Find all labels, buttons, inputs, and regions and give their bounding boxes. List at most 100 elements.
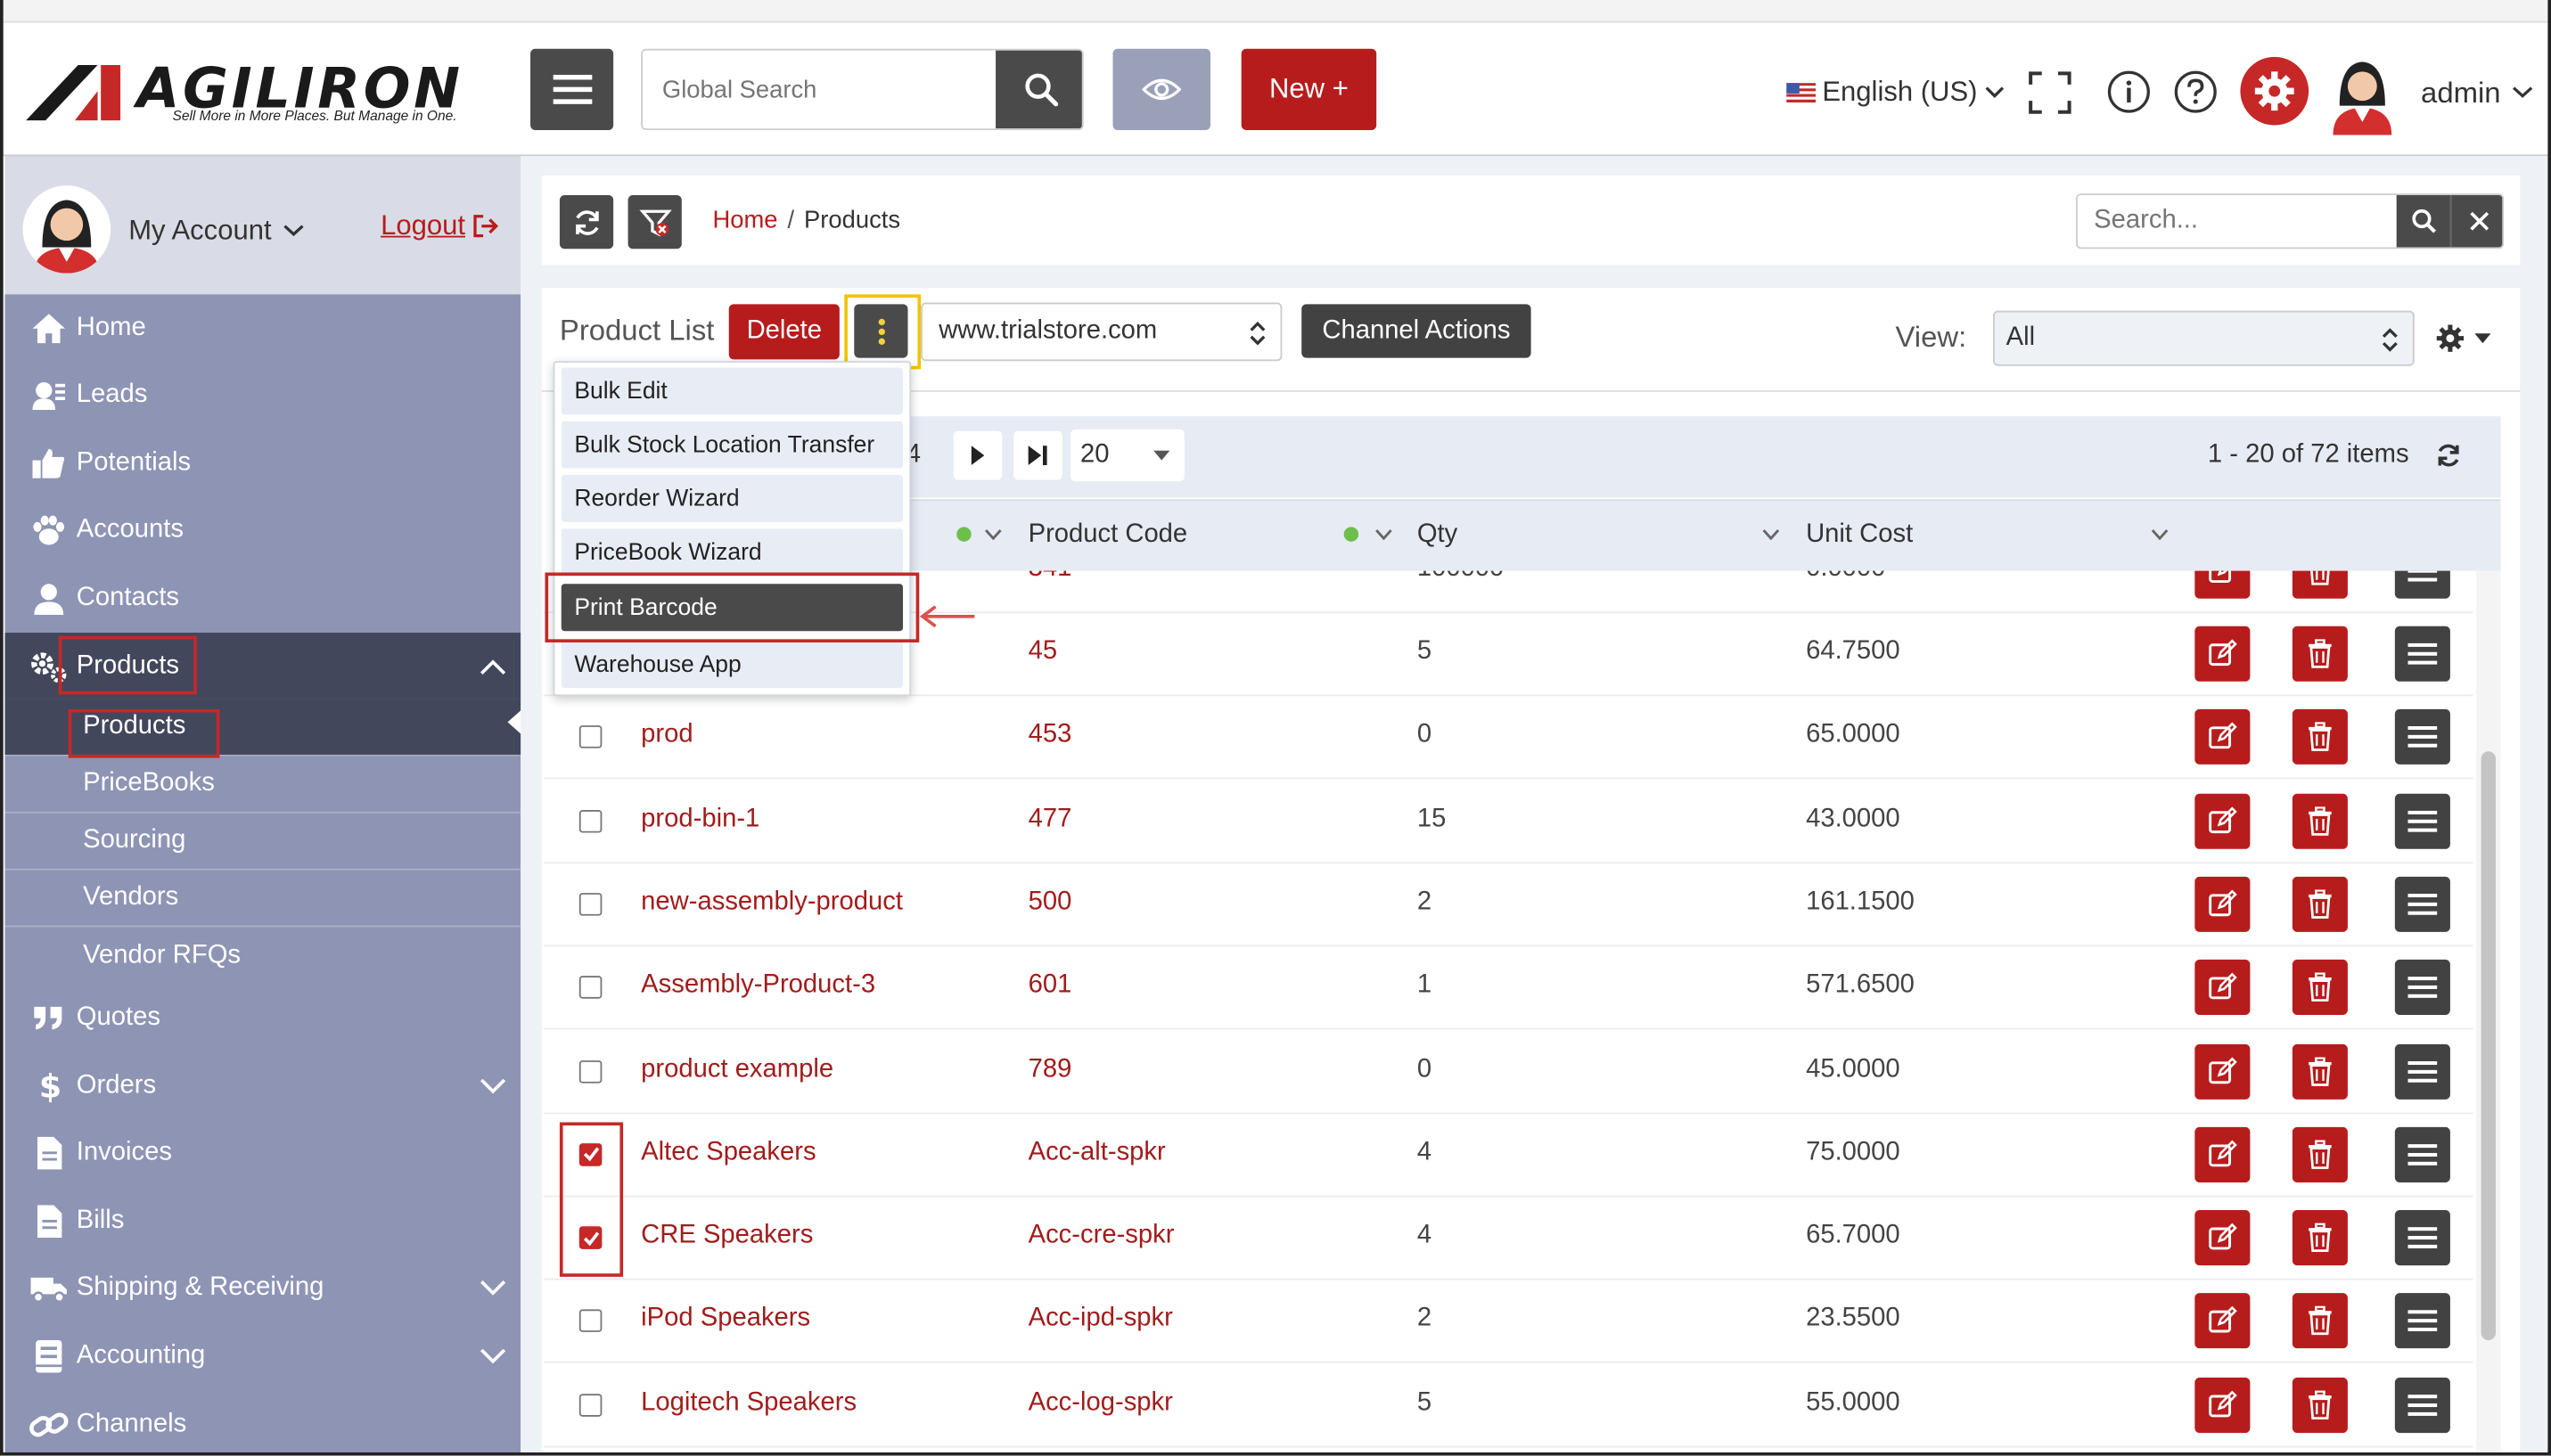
row-menu-button[interactable] [2394,709,2450,765]
delete-button[interactable]: Delete [728,304,840,360]
cell-product-code[interactable]: 789 [1029,1055,1072,1084]
row-menu-button[interactable] [2394,1210,2450,1266]
menu-item-print-barcode[interactable]: Print Barcode [561,584,904,632]
sidebar-item-home[interactable]: Home [4,294,525,361]
channel-actions-button[interactable]: Channel Actions [1301,304,1531,358]
table-row[interactable]: CRE Speakers Acc-cre-spkr 4 65.7000 [543,1198,2473,1280]
menu-toggle-button[interactable] [530,48,614,131]
column-menu-chevron[interactable] [2151,528,2169,540]
edit-button[interactable] [2194,1210,2251,1266]
cell-product-name[interactable]: prod [641,721,693,750]
column-header-qty[interactable]: Qty [1417,520,1457,550]
row-menu-button[interactable] [2394,793,2450,849]
delete-row-button[interactable] [2292,876,2348,932]
more-actions-button[interactable] [854,304,908,358]
page-search-input[interactable] [2077,195,2397,248]
edit-button[interactable] [2194,793,2251,849]
pager-last-button[interactable] [1013,430,1062,480]
cell-product-name[interactable]: Logitech Speakers [641,1388,857,1418]
cell-product-name[interactable]: new-assembly-product [641,888,903,917]
cell-product-code[interactable]: 500 [1029,888,1072,917]
sidebar-item-potentials[interactable]: Potentials [4,429,525,496]
menu-item-bulk-stock-location-transfer[interactable]: Bulk Stock Location Transfer [561,421,904,469]
row-menu-button[interactable] [2394,570,2450,599]
cell-product-name[interactable]: Assembly-Product-3 [641,971,875,1001]
edit-button[interactable] [2194,1043,2251,1099]
delete-row-button[interactable] [2292,1210,2348,1266]
row-checkbox[interactable] [578,892,603,916]
row-menu-button[interactable] [2394,1043,2450,1099]
row-menu-button[interactable] [2394,1126,2450,1182]
menu-item-reorder-wizard[interactable]: Reorder Wizard [561,474,904,522]
column-menu-chevron[interactable] [1762,528,1780,540]
pager-next-button[interactable] [953,430,1003,480]
table-row[interactable]: prod-bin-1 477 15 43.0000 [543,780,2473,863]
delete-row-button[interactable] [2292,1377,2348,1433]
page-search-clear-button[interactable] [2449,195,2503,248]
cell-product-name[interactable]: CRE Speakers [641,1222,813,1251]
row-menu-button[interactable] [2394,876,2450,932]
filter-button[interactable] [627,195,682,249]
cell-product-code[interactable]: 601 [1029,971,1072,1001]
menu-item-bulk-edit[interactable]: Bulk Edit [561,367,904,415]
page-search-button[interactable] [2396,195,2450,248]
delete-row-button[interactable] [2292,626,2348,682]
column-header-unit-cost[interactable]: Unit Cost [1806,520,1913,550]
cell-product-name[interactable]: Altec Speakers [641,1138,816,1167]
menu-item-pricebook-wizard[interactable]: PriceBook Wizard [561,528,904,577]
breadcrumb-home[interactable]: Home [712,207,777,234]
row-menu-button[interactable] [2394,960,2450,1016]
edit-button[interactable] [2194,876,2251,932]
fullscreen-button[interactable] [2029,71,2071,114]
cell-product-name[interactable]: prod-bin-1 [641,805,759,834]
edit-button[interactable] [2194,960,2251,1016]
menu-item-warehouse-app[interactable]: Warehouse App [561,641,904,689]
table-row[interactable]: Logitech Speakers Acc-log-spkr 5 55.0000 [543,1364,2473,1447]
global-search-button[interactable] [996,50,1082,129]
row-checkbox[interactable] [578,1142,603,1166]
logout-link[interactable]: Logout [381,209,499,242]
edit-button[interactable] [2194,626,2251,682]
agiliron-logo[interactable]: AGILIRON Sell More in More Places. But M… [26,57,497,133]
edit-button[interactable] [2194,570,2251,599]
row-menu-button[interactable] [2394,1293,2450,1349]
edit-button[interactable] [2194,1293,2251,1349]
cell-product-code[interactable]: 477 [1029,805,1072,834]
cell-product-name[interactable]: product example [641,1055,833,1084]
cell-product-code[interactable]: 45 [1029,638,1057,667]
delete-row-button[interactable] [2292,1293,2348,1349]
delete-row-button[interactable] [2292,1043,2348,1099]
column-header-product-code[interactable]: Product Code [1029,520,1188,550]
row-menu-button[interactable] [2394,626,2450,682]
view-select[interactable]: All [1992,310,2415,366]
cell-product-code[interactable]: Acc-log-spkr [1029,1388,1173,1418]
page-size-select[interactable]: 20 [1070,429,1185,482]
refresh-button[interactable] [559,195,614,249]
row-checkbox[interactable] [578,809,603,832]
info-button[interactable] [2107,70,2151,113]
table-row[interactable]: new-assembly-product 500 2 161.1500 [543,863,2473,947]
row-checkbox[interactable] [578,1059,603,1083]
table-row[interactable]: prod 453 0 65.0000 [543,697,2473,780]
edit-button[interactable] [2194,1126,2251,1182]
language-selector[interactable]: English (US) [1786,75,2005,110]
my-account-menu[interactable]: My Account [128,215,304,248]
table-row[interactable]: Assembly-Product-3 601 1 571.6500 [543,947,2473,1030]
delete-row-button[interactable] [2292,960,2348,1016]
cell-product-code[interactable]: 341 [1029,571,1072,585]
row-checkbox[interactable] [578,1393,603,1417]
row-checkbox[interactable] [578,1226,603,1250]
cell-product-code[interactable]: Acc-alt-spkr [1029,1138,1166,1167]
header-avatar[interactable] [2326,53,2398,135]
edit-button[interactable] [2194,709,2251,765]
cell-product-code[interactable]: Acc-ipd-spkr [1029,1305,1173,1335]
row-checkbox[interactable] [578,976,603,1000]
store-select[interactable]: www.trialstore.com [921,302,1283,362]
grid-scrollbar-thumb[interactable] [2481,751,2497,1341]
help-button[interactable] [2174,70,2218,113]
delete-row-button[interactable] [2292,709,2348,765]
preview-button[interactable] [1112,48,1211,131]
cell-product-code[interactable]: 453 [1029,721,1072,750]
table-row[interactable]: iPod Speakers Acc-ipd-spkr 2 23.5500 [543,1280,2473,1364]
new-button[interactable]: New + [1241,48,1377,131]
